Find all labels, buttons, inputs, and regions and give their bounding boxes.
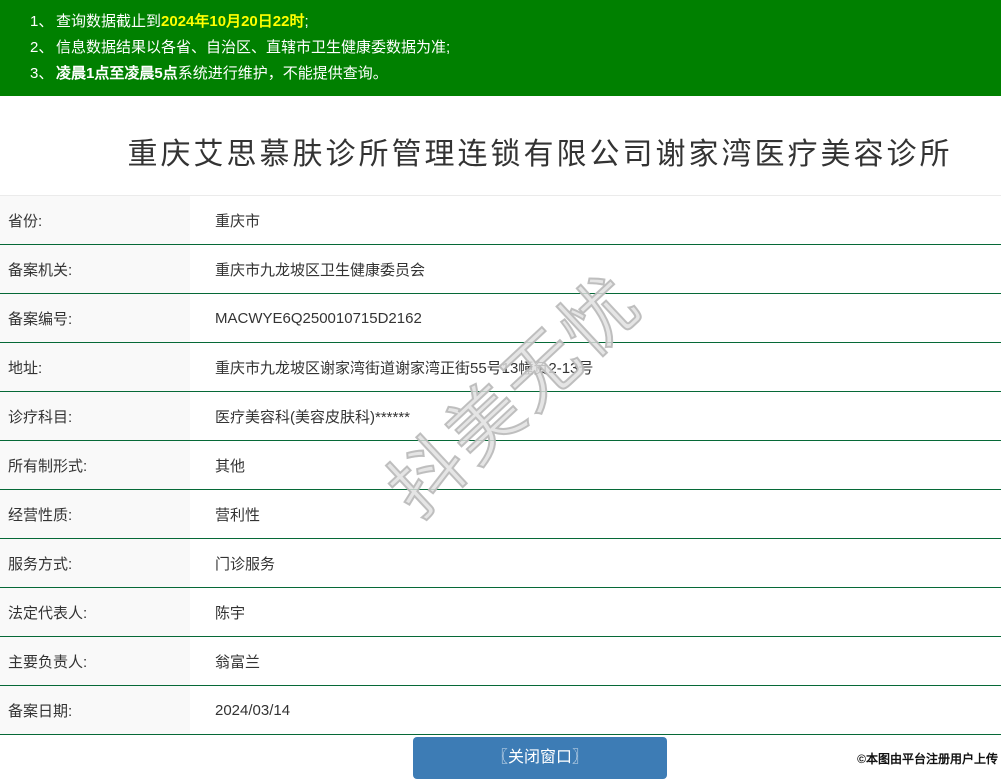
field-value: 重庆市九龙坡区卫生健康委员会: [215, 261, 426, 279]
notice-highlight-maintenance: 凌晨1点至凌晨5点: [56, 65, 178, 82]
main-content: 重庆艾思慕肤诊所管理连锁有限公司谢家湾医疗美容诊所: [0, 96, 1001, 195]
table-row-service-mode: 服务方式: 门诊服务: [0, 539, 1001, 588]
table-row-address: 地址: 重庆市九龙坡区谢家湾街道谢家湾正街55号13幢负2-13号: [0, 343, 1001, 392]
field-value: 医疗美容科(美容皮肤科)******: [215, 408, 411, 426]
notice-number: 3、: [30, 65, 54, 82]
field-label: 地址:: [0, 343, 190, 391]
record-table: 省份: 重庆市 备案机关: 重庆市九龙坡区卫生健康委员会 备案编号: MACWY…: [0, 195, 1001, 735]
field-label: 省份:: [0, 196, 190, 244]
field-value: 重庆市九龙坡区谢家湾街道谢家湾正街55号13幢负2-13号: [215, 359, 594, 377]
field-label: 法定代表人:: [0, 588, 190, 636]
notice-text-end: ;: [304, 13, 309, 30]
copyright-note: ©本图由平台注册用户上传: [857, 752, 998, 766]
table-row-legal-representative: 法定代表人: 陈宇: [0, 588, 1001, 637]
notice-line-2: 2、 信息数据结果以各省、自治区、直辖市卫生健康委数据为准;: [30, 35, 991, 61]
field-label: 经营性质:: [0, 490, 190, 538]
notice-number: 1、: [30, 13, 54, 30]
notice-text: 信息数据结果以各省、自治区、直辖市卫生健康委数据为准;: [56, 39, 451, 56]
field-label: 备案日期:: [0, 686, 190, 734]
field-label: 备案机关:: [0, 245, 190, 293]
field-value: MACWYE6Q250010715D2162: [215, 309, 422, 327]
close-window-button[interactable]: 〖关闭窗口〗: [413, 737, 667, 779]
field-label: 所有制形式:: [0, 441, 190, 489]
notice-banner: 1、 查询数据截止到2024年10月20日22时; 2、 信息数据结果以各省、自治区…: [0, 0, 1001, 96]
field-label: 服务方式:: [0, 539, 190, 587]
field-value: 翁富兰: [215, 653, 261, 671]
field-value: 营利性: [215, 506, 261, 524]
field-value: 门诊服务: [215, 555, 276, 573]
field-value: 其他: [215, 457, 246, 475]
table-row-filing-date: 备案日期: 2024/03/14: [0, 686, 1001, 735]
field-value: 陈宇: [215, 604, 246, 622]
field-value: 2024/03/14: [215, 701, 291, 719]
notice-text: 查询数据截止到: [56, 13, 162, 30]
table-row-clinical-departments: 诊疗科目: 医疗美容科(美容皮肤科)******: [0, 392, 1001, 441]
field-label: 备案编号:: [0, 294, 190, 342]
notice-line-1: 1、 查询数据截止到2024年10月20日22时;: [30, 9, 991, 35]
table-row-filing-authority: 备案机关: 重庆市九龙坡区卫生健康委员会: [0, 245, 1001, 294]
table-row-business-nature: 经营性质: 营利性: [0, 490, 1001, 539]
page-title: 重庆艾思慕肤诊所管理连锁有限公司谢家湾医疗美容诊所: [127, 138, 953, 171]
table-row-province: 省份: 重庆市: [0, 196, 1001, 245]
notice-number: 2、: [30, 39, 54, 56]
table-row-principal: 主要负责人: 翁富兰: [0, 637, 1001, 686]
notice-text-end: 系统进行维护，不能提供查询。: [177, 65, 388, 82]
notice-highlight-date: 2024年10月20日22时: [161, 13, 305, 30]
table-row-filing-number: 备案编号: MACWYE6Q250010715D2162: [0, 294, 1001, 343]
field-value: 重庆市: [215, 212, 261, 230]
field-label: 主要负责人:: [0, 637, 190, 685]
field-label: 诊疗科目:: [0, 392, 190, 440]
table-row-ownership-type: 所有制形式: 其他: [0, 441, 1001, 490]
notice-line-3: 3、 凌晨1点至凌晨5点系统进行维护，不能提供查询。: [30, 61, 991, 87]
